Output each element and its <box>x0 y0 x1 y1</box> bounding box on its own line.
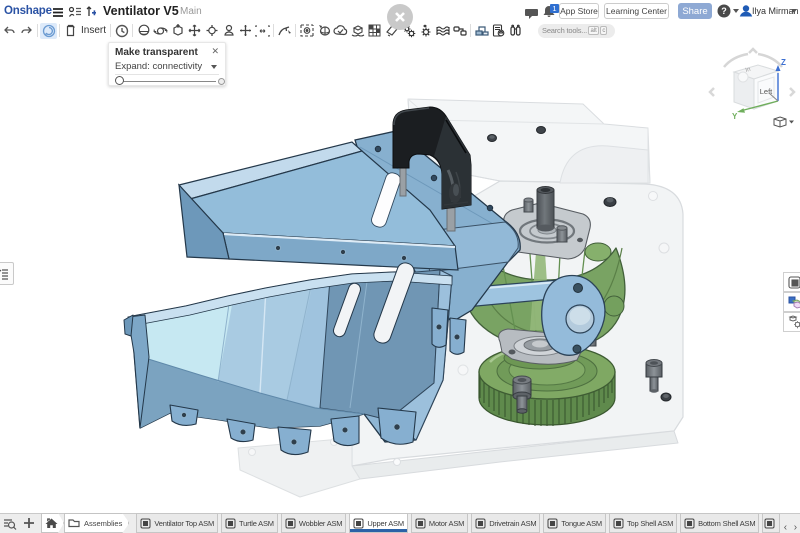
svg-text:1: 1 <box>552 4 556 13</box>
svg-text:Z: Z <box>781 58 786 67</box>
svg-text:Y: Y <box>732 112 738 121</box>
svg-text:?: ? <box>721 6 727 16</box>
